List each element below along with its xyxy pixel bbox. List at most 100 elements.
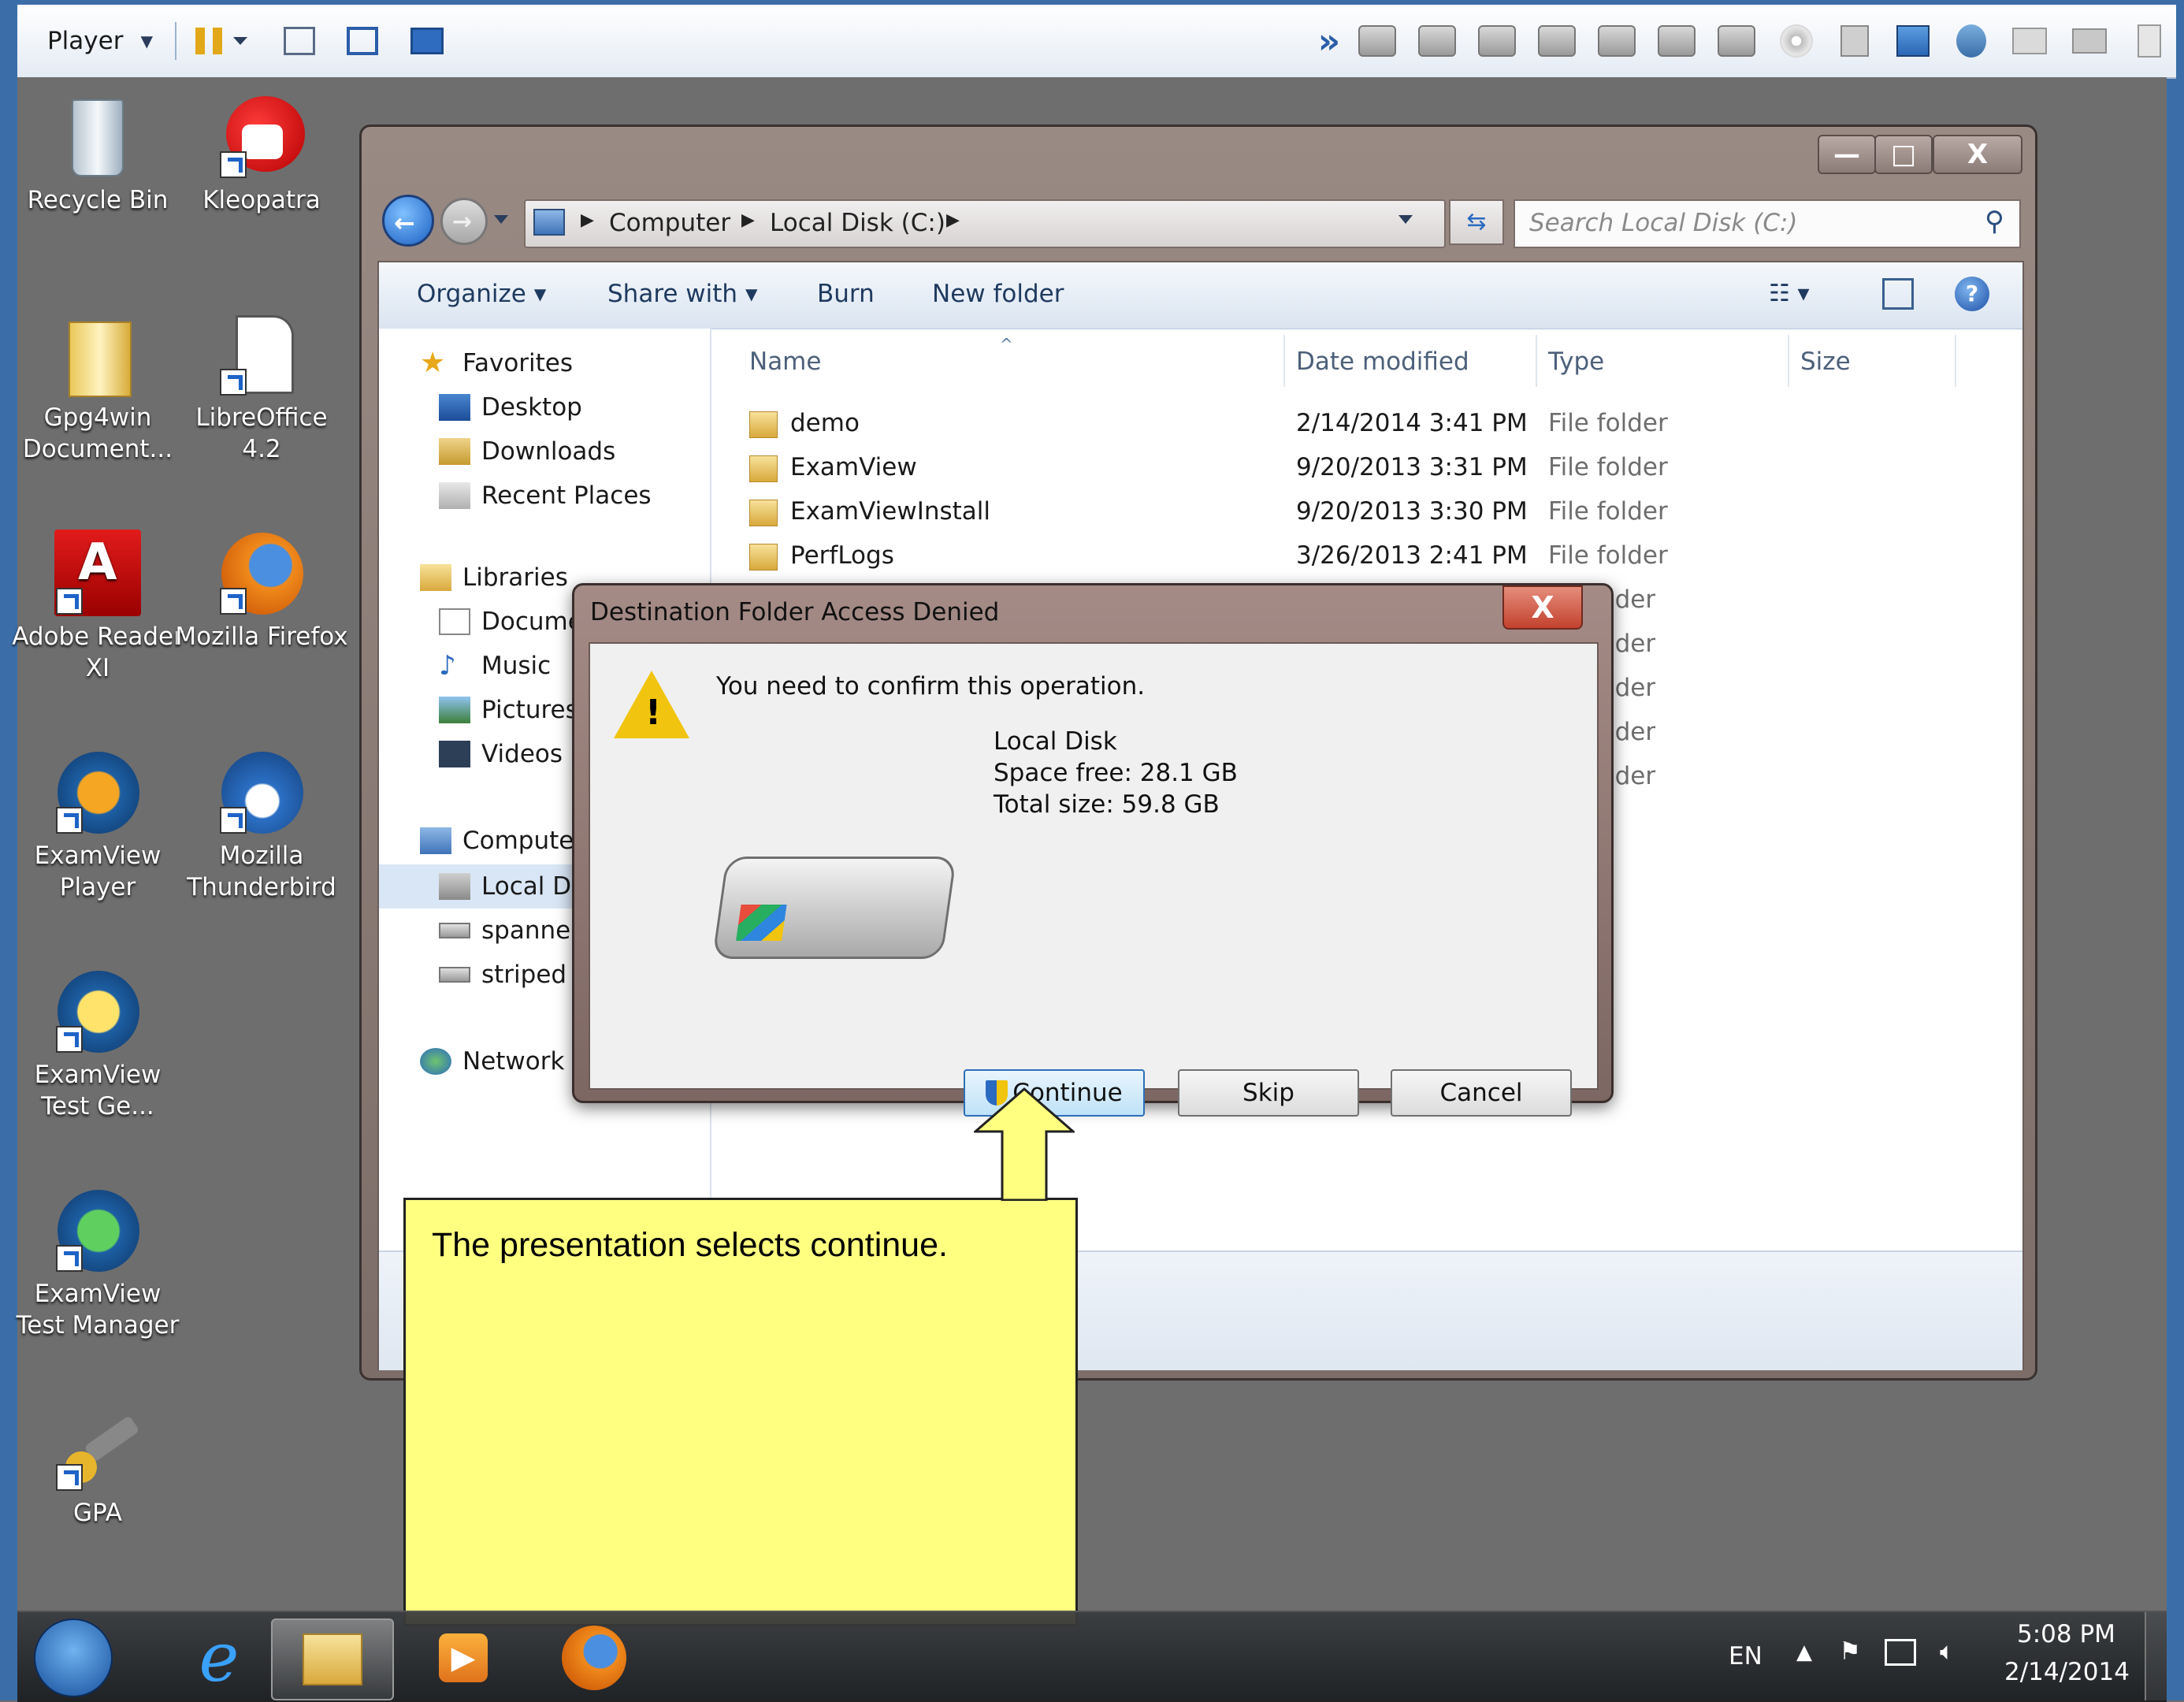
clock-time[interactable]: 5:08 PM: [2017, 1620, 2115, 1648]
desktop-icon-kleopatra[interactable]: Kleopatra: [175, 93, 348, 216]
hard-disk-4-button[interactable]: [1536, 19, 1577, 63]
hard-disk-7-button[interactable]: [1716, 19, 1757, 63]
show-desktop-button[interactable]: [2145, 1612, 2167, 1700]
desktop-icon-adobe-reader[interactable]: A Adobe Reader XI: [11, 530, 184, 684]
desktop-icon-gpa[interactable]: GPA: [11, 1406, 184, 1529]
file-row[interactable]: demo: [749, 409, 860, 438]
minimize-button[interactable]: —: [1818, 135, 1876, 174]
desktop-icon-gpg4win-documents[interactable]: Gpg4win Document...: [11, 310, 184, 465]
burn-button[interactable]: Burn: [817, 280, 875, 308]
action-center-flag-icon[interactable]: ⚑: [1839, 1637, 1861, 1666]
camera-button[interactable]: [2009, 19, 2050, 63]
nav-videos[interactable]: Videos: [439, 740, 563, 768]
new-folder-button[interactable]: New folder: [932, 280, 1064, 308]
drive-name: Local Disk: [994, 727, 1117, 756]
callout-pointer-arrow: [974, 1087, 1075, 1201]
language-indicator[interactable]: EN: [1729, 1642, 1762, 1670]
taskbar-windows-explorer[interactable]: [271, 1618, 394, 1700]
hard-disk-5-button[interactable]: [1596, 19, 1637, 63]
taskbar-firefox[interactable]: [534, 1618, 654, 1697]
close-button[interactable]: X: [1933, 135, 2022, 174]
file-name: PerfLogs: [790, 541, 894, 570]
nav-pictures[interactable]: Pictures: [439, 696, 578, 724]
column-header-date-modified[interactable]: Date modified: [1296, 347, 1469, 376]
preview-pane-icon[interactable]: [1882, 278, 1914, 310]
skip-button[interactable]: Skip: [1178, 1069, 1359, 1117]
file-type: File folder: [1548, 453, 1668, 481]
column-header-size[interactable]: Size: [1800, 347, 1851, 376]
file-row[interactable]: ExamView: [749, 453, 917, 482]
hard-disk-6-button[interactable]: [1656, 19, 1697, 63]
nav-desktop[interactable]: Desktop: [439, 393, 582, 422]
network-tray-icon[interactable]: [1885, 1639, 1916, 1666]
desktop-icon-firefox[interactable]: Mozilla Firefox: [175, 530, 348, 652]
examview-testmanager-icon: [54, 1187, 141, 1273]
breadcrumb-local-disk[interactable]: Local Disk (C:): [770, 209, 945, 237]
recent-pages-dropdown[interactable]: [494, 215, 508, 224]
volume-icon[interactable]: 🔈︎: [1940, 1637, 1955, 1667]
file-name: ExamView: [790, 453, 917, 481]
help-icon[interactable]: ?: [1955, 277, 1989, 311]
nav-music[interactable]: ♪ Music: [439, 652, 551, 680]
fullscreen-button[interactable]: [340, 19, 384, 63]
show-hidden-icons-button[interactable]: ▲: [1796, 1641, 1812, 1664]
share-with-button[interactable]: Share with ▾: [607, 280, 758, 308]
nav-libraries[interactable]: Libraries: [420, 563, 568, 592]
refresh-button[interactable]: ⇆: [1449, 199, 1504, 245]
chevron-down-icon[interactable]: [1398, 215, 1413, 224]
cancel-button[interactable]: Cancel: [1391, 1069, 1572, 1117]
desktop-icon-libreoffice[interactable]: LibreOffice 4.2: [175, 310, 348, 465]
taskbar-internet-explorer[interactable]: e: [159, 1618, 279, 1697]
column-header-name[interactable]: Name: [749, 347, 821, 376]
dialog-close-button[interactable]: X: [1502, 585, 1583, 630]
address-bar[interactable]: ▶ Computer ▶ Local Disk (C:) ▶: [524, 199, 1446, 248]
desktop-icon-thunderbird[interactable]: Mozilla Thunderbird: [175, 749, 348, 903]
desktop-icon-examview-test-generator[interactable]: ExamView Test Ge...: [11, 968, 184, 1122]
nav-striped[interactable]: striped (: [439, 961, 584, 989]
network-adapter-button[interactable]: [1892, 19, 1933, 63]
unity-button[interactable]: [405, 19, 449, 63]
desktop-icon-examview-player[interactable]: ExamView Player: [11, 749, 184, 903]
documents-icon: [439, 608, 470, 635]
maximize-button[interactable]: □: [1874, 135, 1933, 174]
desktop-icon-label: Recycle Bin: [27, 186, 169, 214]
nav-computer[interactable]: Computer: [420, 827, 584, 855]
desktop-icon-label: ExamView Test Manager: [16, 1280, 180, 1340]
forward-button[interactable]: →: [440, 198, 488, 245]
breadcrumb-computer[interactable]: Computer: [609, 209, 730, 237]
desktop-icon-recycle-bin[interactable]: Recycle Bin: [11, 93, 184, 216]
nav-spanned[interactable]: spanned: [439, 916, 586, 945]
cd-dvd-button[interactable]: [1776, 19, 1817, 63]
nav-recent-places[interactable]: Recent Places: [439, 481, 652, 510]
sound-card-button[interactable]: [1951, 19, 1992, 63]
nav-videos-label: Videos: [481, 740, 563, 768]
taskbar-media-player[interactable]: ▶: [403, 1618, 523, 1697]
file-row[interactable]: ExamViewInstall: [749, 497, 990, 526]
folder-icon: [749, 455, 778, 482]
nav-favorites[interactable]: ★ Favorites: [420, 349, 573, 378]
message-log-button[interactable]: [2129, 19, 2170, 63]
send-ctrl-alt-del-button[interactable]: [277, 19, 321, 63]
desktop-icon-examview-test-manager[interactable]: ExamView Test Manager: [11, 1187, 184, 1341]
hard-disk-1-button[interactable]: [1357, 19, 1398, 63]
column-header-type[interactable]: Type: [1548, 347, 1604, 376]
overflow-chevron[interactable]: »: [1309, 19, 1349, 63]
organize-button[interactable]: Organize ▾: [417, 280, 546, 308]
start-button[interactable]: [30, 1618, 117, 1697]
hard-disk-2-button[interactable]: [1417, 19, 1458, 63]
pause-button[interactable]: [186, 19, 257, 63]
back-button[interactable]: ←: [382, 195, 434, 247]
view-options-button[interactable]: ☷ ▾: [1769, 280, 1810, 307]
nav-network[interactable]: Network: [420, 1047, 564, 1076]
search-input[interactable]: Search Local Disk (C:) ⚲: [1514, 199, 2021, 248]
clock-date[interactable]: 2/14/2014: [2004, 1658, 2130, 1686]
nav-documents[interactable]: Docume: [439, 608, 583, 636]
hard-disk-3-button[interactable]: [1476, 19, 1517, 63]
floppy-button[interactable]: [1834, 19, 1875, 63]
file-row[interactable]: PerfLogs: [749, 541, 894, 570]
hard-disk-icon: [1418, 25, 1456, 57]
display-button[interactable]: [2069, 19, 2110, 63]
player-menu-button[interactable]: Player ▾: [33, 19, 167, 63]
nav-downloads[interactable]: Downloads: [439, 437, 615, 466]
chevron-down-icon: [233, 37, 247, 45]
